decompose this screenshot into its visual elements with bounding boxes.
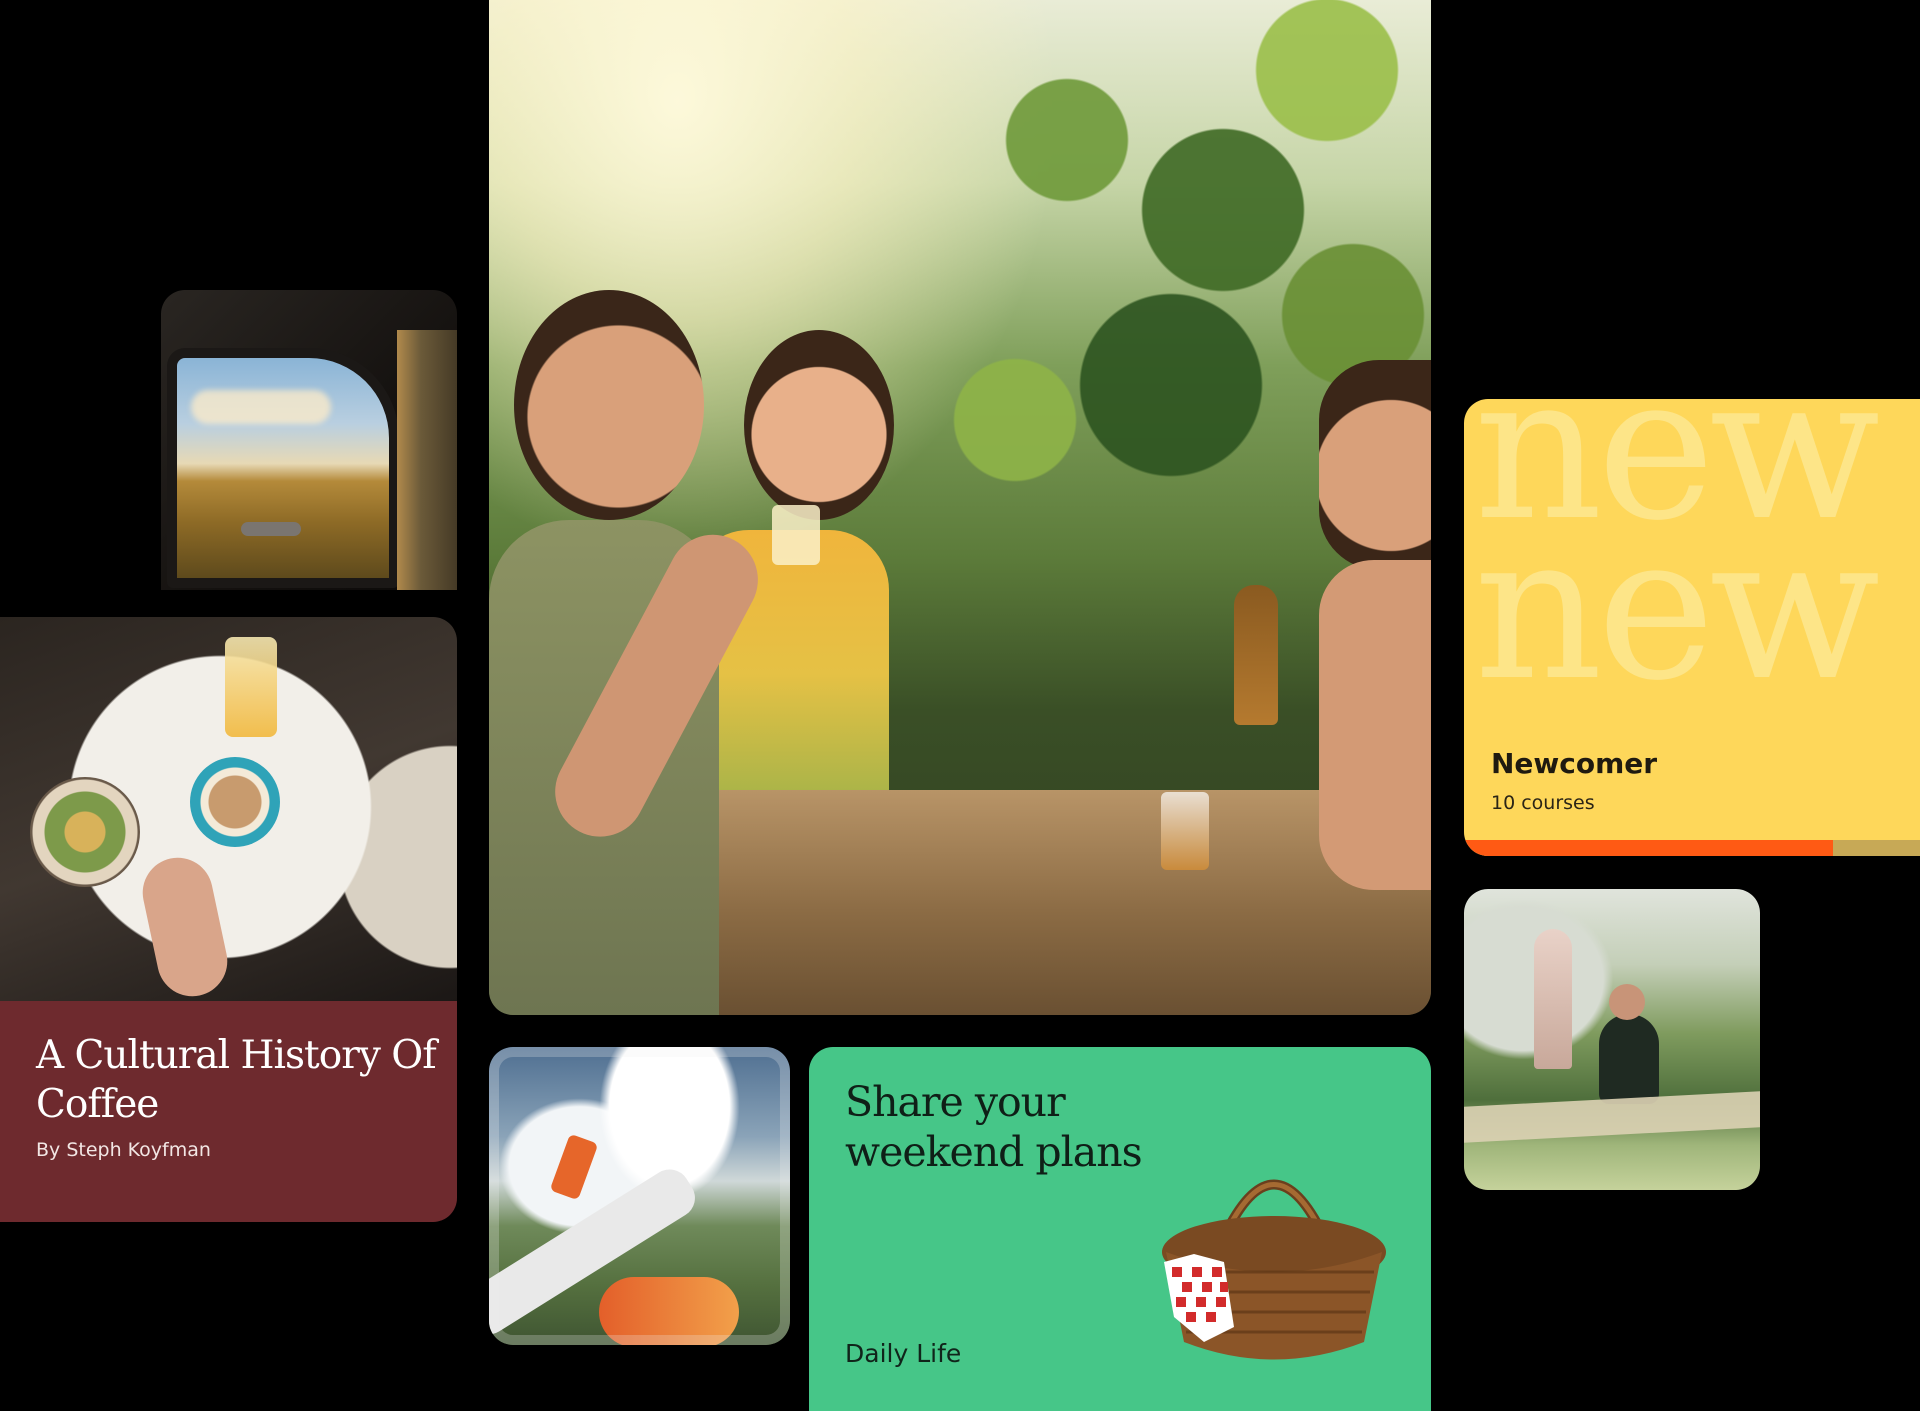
cloud — [191, 390, 331, 424]
collage: A Cultural History Of Coffee By Steph Ko… — [0, 0, 1920, 1411]
weekend-plans-category: Daily Life — [845, 1339, 962, 1368]
woman-right-arm — [1319, 560, 1431, 890]
coffee-card-footer: A Cultural History Of Coffee By Steph Ko… — [0, 1001, 457, 1222]
juice-glass — [225, 637, 277, 737]
newcomer-course-count: 10 courses — [1491, 792, 1595, 814]
newcomer-watermark: new new — [1474, 399, 1880, 725]
beer-glass — [1161, 792, 1209, 870]
window-frame — [489, 1047, 790, 1345]
coffee-cup — [190, 757, 280, 847]
coffee-article-card[interactable]: A Cultural History Of Coffee By Steph Ko… — [0, 617, 457, 1222]
seated-person — [1599, 1014, 1659, 1104]
seated-person-head — [1609, 984, 1645, 1020]
park-bench-photo[interactable] — [1464, 889, 1760, 1190]
door-handle — [241, 522, 301, 536]
closed-umbrella — [1534, 929, 1572, 1069]
weekend-plans-title: Share your weekend plans — [845, 1078, 1143, 1176]
woman-center-head — [744, 330, 894, 520]
picnic-basket-icon — [1162, 1179, 1386, 1360]
car-door-frame — [397, 330, 457, 590]
bottle — [1234, 585, 1278, 725]
hand — [136, 851, 234, 1003]
cafe-table-photo — [0, 617, 457, 1003]
progress-track — [1464, 840, 1920, 856]
food-bowl — [30, 777, 140, 887]
car-window-view — [167, 348, 399, 588]
coffee-article-title: A Cultural History Of Coffee — [36, 1033, 437, 1127]
newcomer-title: Newcomer — [1491, 747, 1658, 780]
coffee-article-author: By Steph Koyfman — [36, 1139, 211, 1161]
woman-right-head — [1319, 360, 1431, 570]
man-left-head — [514, 290, 704, 520]
progress-fill — [1464, 840, 1834, 856]
friends-drinking-outdoors-photo[interactable] — [489, 0, 1431, 1015]
wooden-table — [599, 790, 1431, 1015]
airplane-window-photo[interactable] — [489, 1047, 790, 1345]
car-window-photo[interactable] — [161, 290, 457, 590]
drink-glass — [772, 505, 820, 565]
newcomer-course-card[interactable]: new new Newcomer 10 courses — [1464, 399, 1920, 856]
weekend-plans-card[interactable]: Share your weekend plans Daily Life — [809, 1047, 1431, 1411]
